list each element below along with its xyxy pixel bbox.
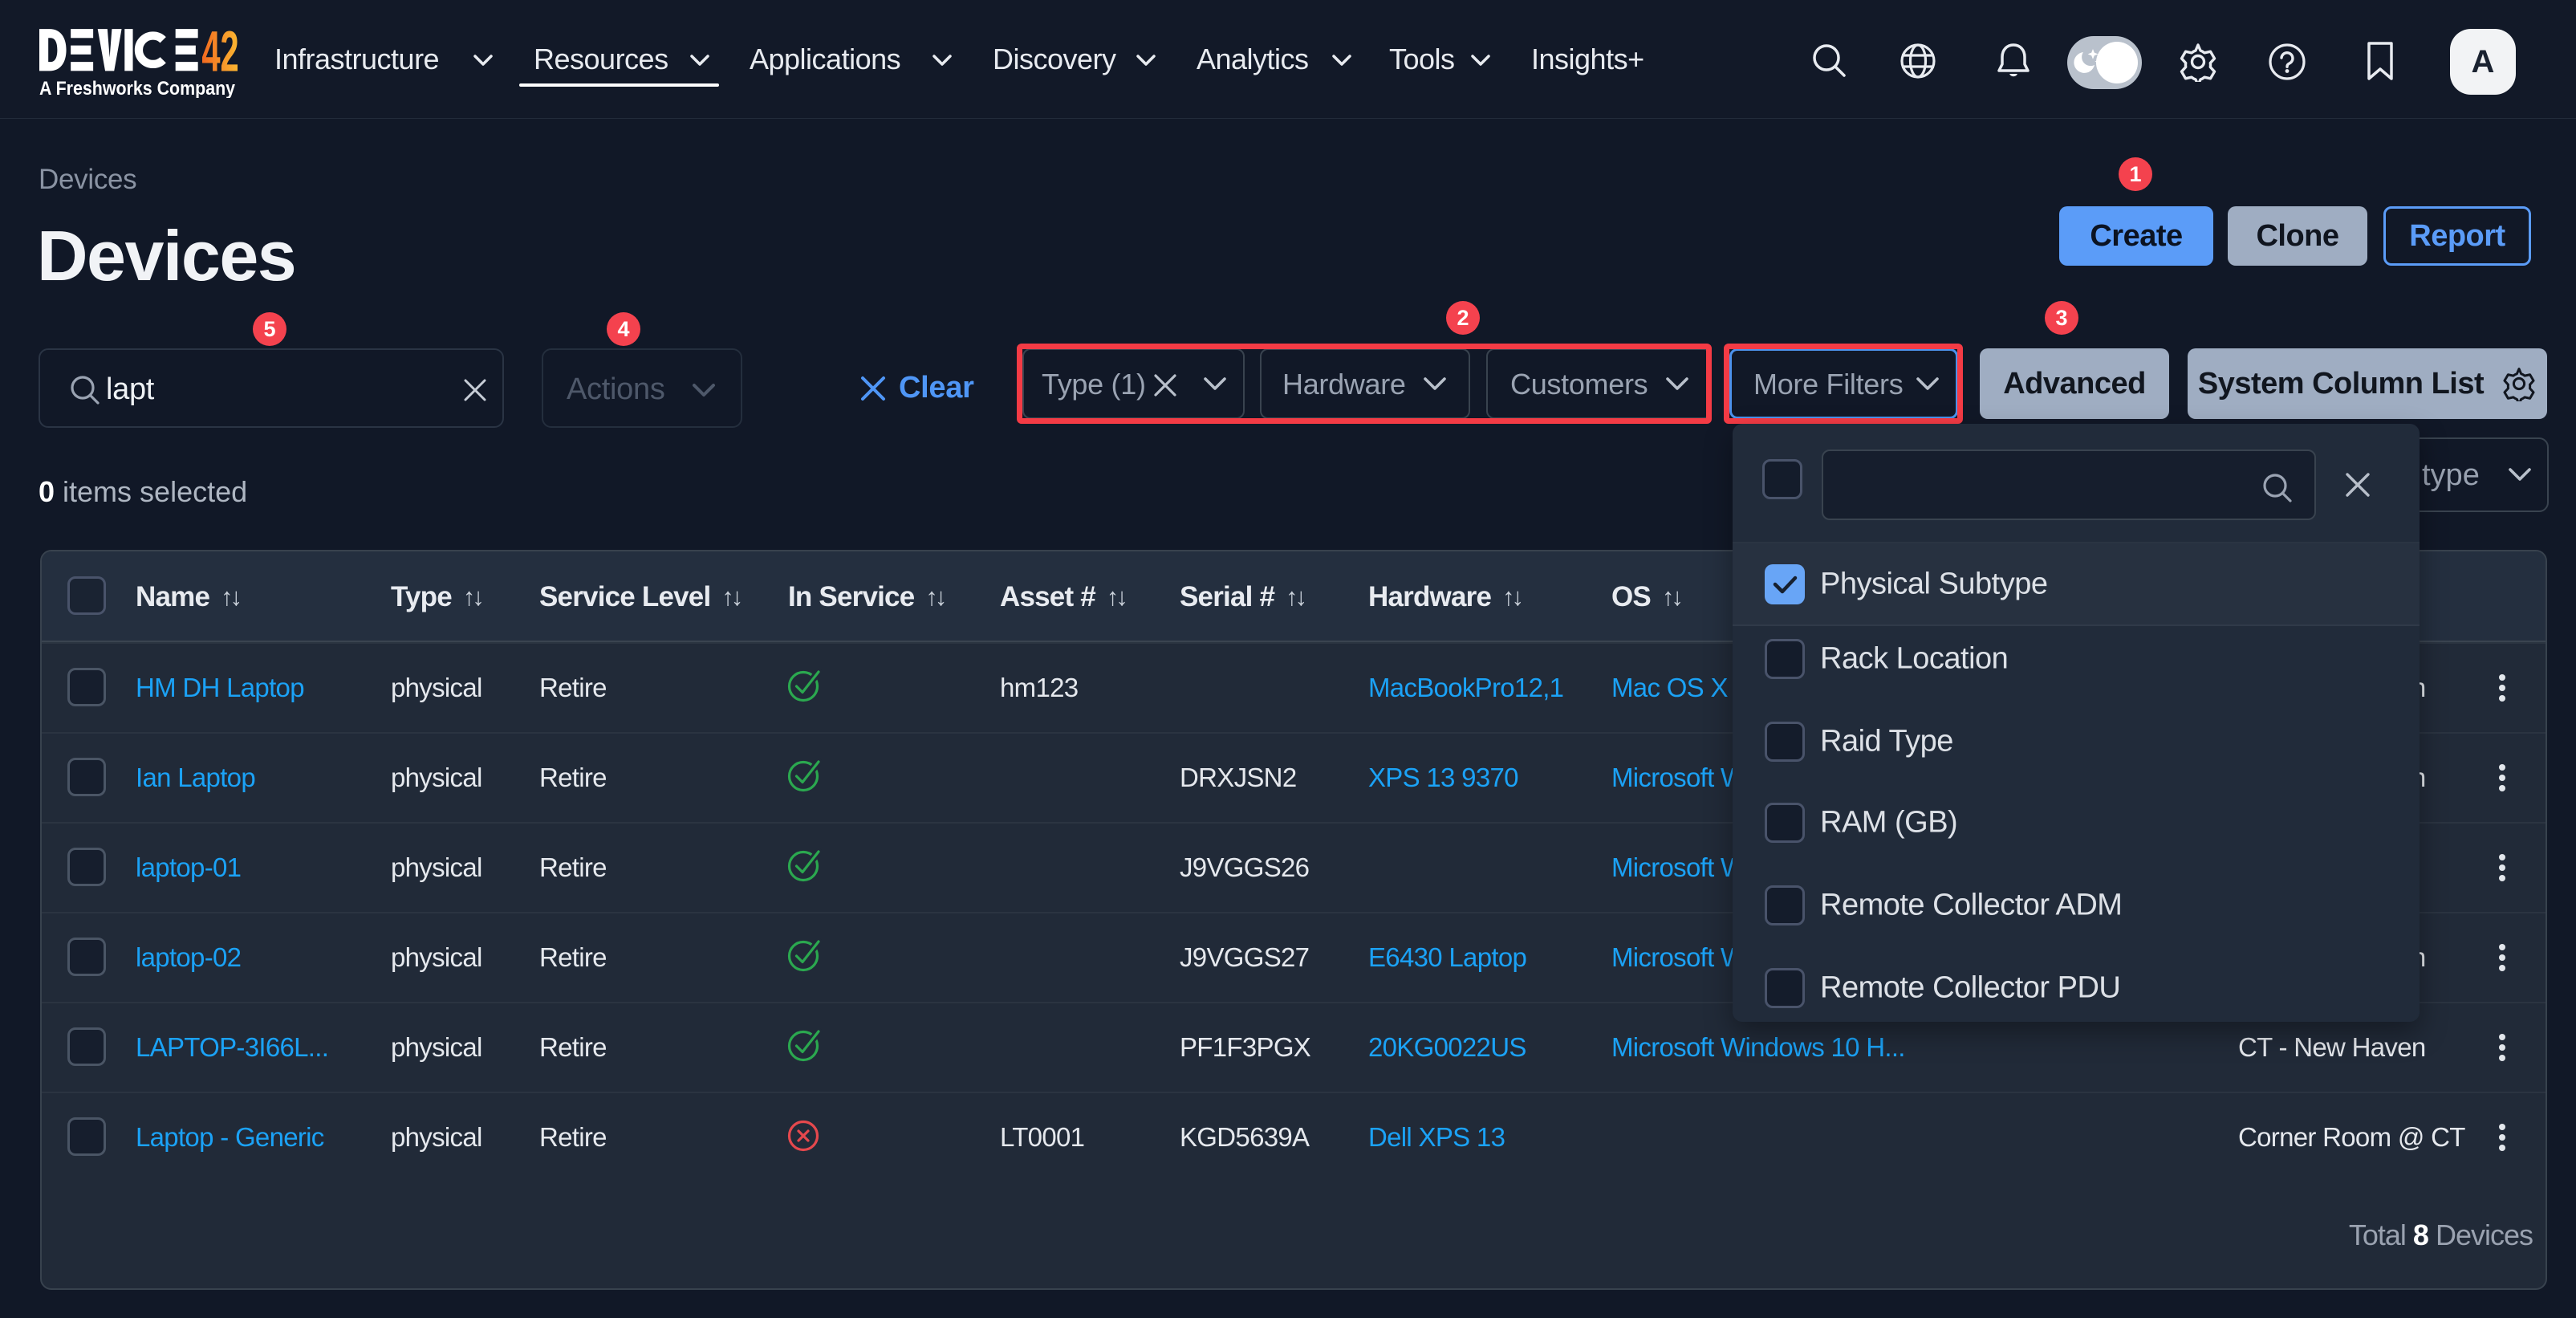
svg-text:A Freshworks Company: A Freshworks Company [39, 78, 235, 98]
svg-text:42: 42 [201, 29, 238, 83]
